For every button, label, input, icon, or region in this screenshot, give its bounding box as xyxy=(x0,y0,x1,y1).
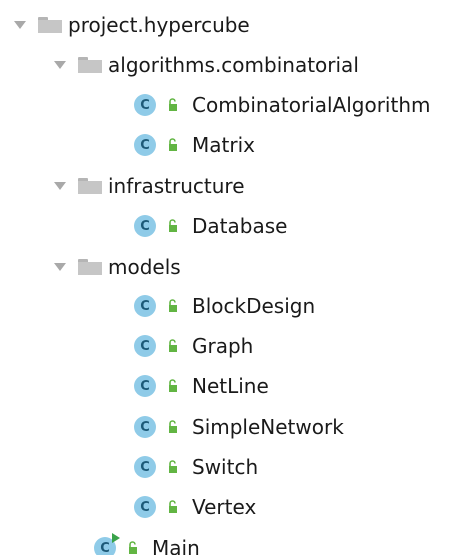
public-access-icon xyxy=(169,379,177,392)
package-icon xyxy=(78,178,102,194)
runnable-class-icon: C xyxy=(94,533,120,555)
package-icon xyxy=(38,17,62,33)
tree-node-class[interactable]: C BlockDesign xyxy=(0,291,315,321)
project-tree: project.hypercube algorithms.combinatori… xyxy=(0,0,463,555)
class-icon: C xyxy=(134,375,156,397)
tree-node-label: Graph xyxy=(192,334,254,358)
tree-node-label: BlockDesign xyxy=(192,294,316,318)
tree-node-class[interactable]: C Switch xyxy=(0,452,258,482)
public-access-icon xyxy=(169,219,177,232)
tree-node-label: algorithms.combinatorial xyxy=(108,53,359,77)
class-icon: C xyxy=(134,496,156,518)
tree-node-class[interactable]: C Vertex xyxy=(0,492,256,522)
public-access-icon xyxy=(169,138,177,151)
tree-node-label: Main xyxy=(152,536,200,555)
public-access-icon xyxy=(129,541,137,554)
class-icon: C xyxy=(134,335,156,357)
public-access-icon xyxy=(169,460,177,473)
tree-node-label: Vertex xyxy=(192,495,257,519)
tree-node-class[interactable]: C SimpleNetwork xyxy=(0,412,344,442)
tree-node-class[interactable]: C Graph xyxy=(0,331,253,361)
public-access-icon xyxy=(169,98,177,111)
tree-node-main-class[interactable]: C Main xyxy=(0,533,200,555)
class-icon-letter: C xyxy=(100,540,110,555)
class-icon: C xyxy=(134,94,156,116)
public-access-icon xyxy=(169,500,177,513)
tree-node-class[interactable]: C NetLine xyxy=(0,371,269,401)
expand-arrow-icon[interactable] xyxy=(54,180,66,192)
expand-arrow-icon[interactable] xyxy=(54,59,66,71)
tree-node-label: Switch xyxy=(192,455,259,479)
run-badge-icon xyxy=(112,533,120,543)
public-access-icon xyxy=(169,299,177,312)
class-icon: C xyxy=(134,416,156,438)
tree-node-label: Matrix xyxy=(192,133,255,157)
package-icon xyxy=(78,259,102,275)
public-access-icon xyxy=(169,339,177,352)
package-icon xyxy=(78,57,102,73)
tree-node-label: CombinatorialAlgorithm xyxy=(192,93,431,117)
tree-node-label: Database xyxy=(192,214,288,238)
tree-node-label: project.hypercube xyxy=(68,13,250,37)
expand-arrow-icon[interactable] xyxy=(54,261,66,273)
tree-node-package[interactable]: algorithms.combinatorial xyxy=(0,50,359,80)
tree-node-class[interactable]: C Matrix xyxy=(0,130,255,160)
tree-node-class[interactable]: C CombinatorialAlgorithm xyxy=(0,90,431,120)
tree-node-label: models xyxy=(108,255,181,279)
tree-node-label: NetLine xyxy=(192,374,269,398)
tree-node-label: infrastructure xyxy=(108,174,245,198)
class-icon: C xyxy=(134,456,156,478)
expand-arrow-icon[interactable] xyxy=(14,19,26,31)
tree-node-class[interactable]: C Database xyxy=(0,211,287,241)
class-icon: C xyxy=(134,215,156,237)
tree-node-project-hypercube[interactable]: project.hypercube xyxy=(0,10,250,40)
class-icon: C xyxy=(134,134,156,156)
class-icon: C xyxy=(134,295,156,317)
public-access-icon xyxy=(169,420,177,433)
tree-node-package[interactable]: infrastructure xyxy=(0,171,245,201)
tree-node-package[interactable]: models xyxy=(0,252,181,282)
tree-node-label: SimpleNetwork xyxy=(192,415,344,439)
